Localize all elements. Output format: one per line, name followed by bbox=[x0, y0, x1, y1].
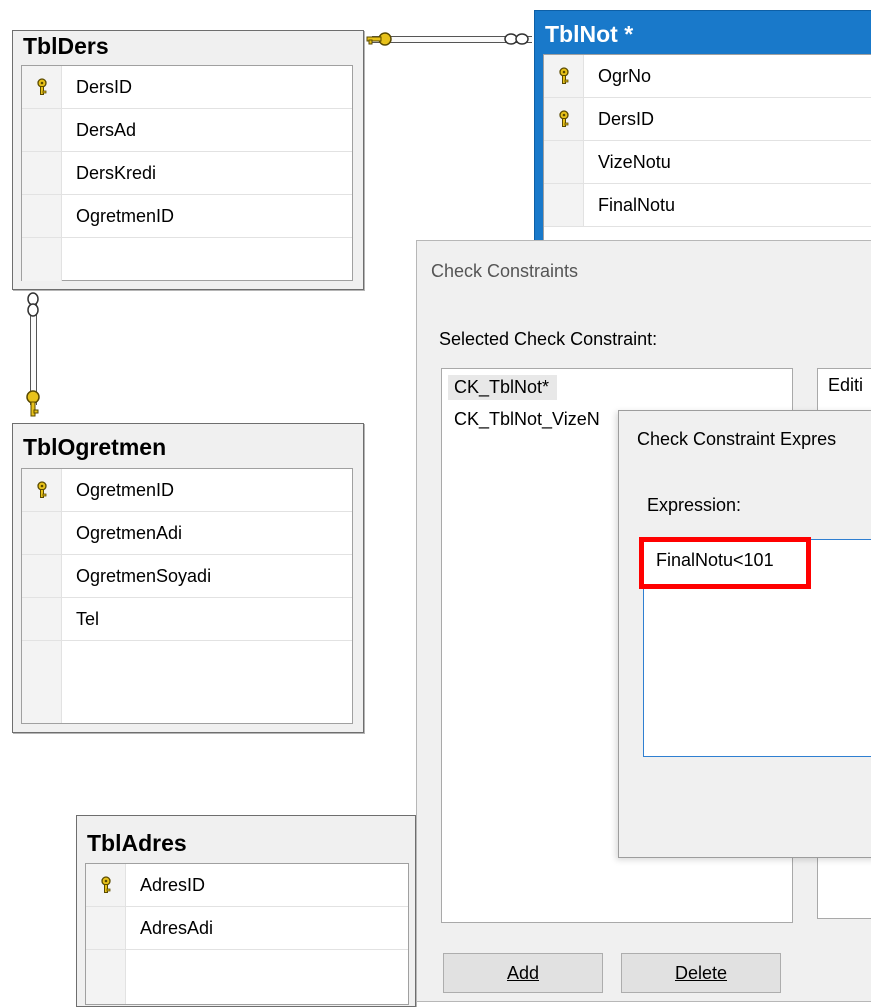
primary-key-icon bbox=[86, 864, 126, 906]
column-row[interactable]: DersAd bbox=[22, 109, 352, 152]
column-row[interactable]: Tel bbox=[22, 598, 352, 641]
column-name: FinalNotu bbox=[598, 194, 676, 215]
column-row[interactable]: OgretmenID bbox=[22, 469, 352, 512]
table-tbladres[interactable]: TblAdres AdresID AdresAdi bbox=[76, 815, 416, 1007]
column-name: DersID bbox=[598, 108, 655, 129]
check-constraint-expression-dialog[interactable]: Check Constraint Expres Expression: Fina… bbox=[618, 410, 871, 858]
column-name: OgretmenAdi bbox=[76, 522, 183, 543]
column-row[interactable]: OgretmenID bbox=[22, 195, 352, 238]
column-row[interactable]: AdresAdi bbox=[86, 907, 408, 950]
column-name: DersID bbox=[76, 76, 133, 97]
delete-button[interactable]: Delete bbox=[621, 953, 781, 993]
expression-label: Expression: bbox=[647, 495, 742, 515]
empty-row bbox=[86, 950, 408, 1004]
table-columns: DersID DersAd DersKredi OgretmenID bbox=[21, 65, 353, 281]
column-name: AdresID bbox=[140, 874, 206, 895]
empty-row bbox=[22, 641, 352, 723]
selected-constraint-label: Selected Check Constraint: bbox=[439, 329, 658, 349]
column-row[interactable]: OgretmenSoyadi bbox=[22, 555, 352, 598]
column-row[interactable]: DersKredi bbox=[22, 152, 352, 195]
primary-key-icon bbox=[544, 55, 584, 97]
table-tblogretmen[interactable]: TblOgretmen OgretmenID OgretmenAdi Ogret… bbox=[12, 423, 364, 733]
table-title: TblAdres bbox=[87, 830, 187, 856]
column-row[interactable]: DersID bbox=[22, 66, 352, 109]
table-title: TblDers bbox=[23, 33, 109, 59]
column-row[interactable]: OgretmenAdi bbox=[22, 512, 352, 555]
empty-row bbox=[22, 238, 352, 281]
table-columns: OgretmenID OgretmenAdi OgretmenSoyadi Te… bbox=[21, 468, 353, 724]
column-name: DersAd bbox=[76, 119, 137, 140]
column-row[interactable]: AdresID bbox=[86, 864, 408, 907]
table-title: TblOgretmen bbox=[23, 434, 167, 460]
column-name: OgrNo bbox=[598, 65, 652, 86]
infinity-end-icon bbox=[500, 30, 536, 53]
list-item[interactable]: CK_TblNot* bbox=[448, 375, 558, 400]
column-row[interactable]: VizeNotu bbox=[544, 141, 871, 184]
table-title: TblNot * bbox=[545, 21, 634, 47]
column-name: VizeNotu bbox=[598, 151, 671, 172]
list-item[interactable]: CK_TblNot_VizeN bbox=[448, 407, 608, 432]
column-row[interactable]: DersID bbox=[544, 98, 871, 141]
dialog-title: Check Constraints bbox=[431, 261, 579, 281]
column-row[interactable]: FinalNotu bbox=[544, 184, 871, 227]
column-name: AdresAdi bbox=[140, 917, 214, 938]
column-row[interactable]: OgrNo bbox=[544, 55, 871, 98]
column-name: OgretmenID bbox=[76, 205, 175, 226]
red-highlight-box bbox=[639, 537, 811, 589]
table-tblnot[interactable]: TblNot * OgrNo DersID VizeNotu FinalNotu bbox=[534, 10, 871, 256]
key-end-icon bbox=[365, 30, 395, 53]
column-name: OgretmenID bbox=[76, 479, 175, 500]
column-name: Tel bbox=[76, 608, 100, 629]
table-tblders[interactable]: TblDers DersID DersAd DersKredi Ogretmen… bbox=[12, 30, 364, 290]
dialog-title: Check Constraint Expres bbox=[637, 429, 837, 449]
primary-key-icon bbox=[22, 469, 62, 511]
editing-label: Editi bbox=[828, 375, 864, 395]
add-button[interactable]: Add bbox=[443, 953, 603, 993]
primary-key-icon bbox=[22, 66, 62, 108]
primary-key-icon bbox=[544, 98, 584, 140]
infinity-end-icon bbox=[24, 290, 42, 329]
column-name: DersKredi bbox=[76, 162, 157, 183]
table-columns: OgrNo DersID VizeNotu FinalNotu bbox=[543, 54, 871, 256]
column-name: OgretmenSoyadi bbox=[76, 565, 212, 586]
key-end-icon bbox=[23, 388, 43, 425]
